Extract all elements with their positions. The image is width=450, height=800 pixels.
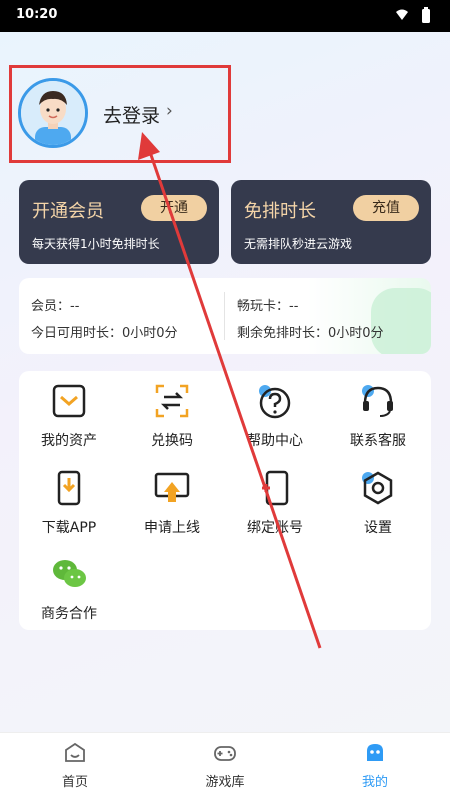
phone-download-icon xyxy=(57,470,81,506)
status-bar: 10:20 xyxy=(0,0,450,32)
menu-label-download: 下载APP xyxy=(41,520,97,536)
nav-label-home: 首页 xyxy=(61,775,88,790)
vip-card[interactable]: 开通会员 开通 每天获得1小时免排时长 xyxy=(19,180,219,264)
menu-item-redeem[interactable]: 兑换码 xyxy=(122,375,222,455)
play-card-status: 畅玩卡：-- xyxy=(237,299,299,314)
vip-card-title: 开通会员 xyxy=(32,201,104,222)
home-icon xyxy=(65,742,85,762)
status-time: 10:20 xyxy=(16,7,58,22)
menu-item-bind-account[interactable]: 绑定账号 xyxy=(225,462,325,542)
menu-label-bind-account: 绑定账号 xyxy=(247,520,303,536)
help-icon xyxy=(259,385,291,419)
menu-item-assets[interactable]: 我的资产 xyxy=(19,375,119,455)
nav-label-game-library: 游戏库 xyxy=(205,775,245,790)
menu-label-help: 帮助中心 xyxy=(247,433,303,449)
member-info-panel: 会员：-- 今日可用时长：0小时0分 畅玩卡：-- 剩余免排时长：0小时0分 xyxy=(19,278,431,354)
menu-label-assets: 我的资产 xyxy=(41,433,97,449)
scan-exchange-icon xyxy=(155,384,189,418)
menu-label-apply-online: 申请上线 xyxy=(144,520,200,536)
info-divider xyxy=(224,292,225,340)
mascot-decoration xyxy=(371,288,431,354)
nav-mine[interactable]: 我的 xyxy=(300,733,450,800)
status-icons xyxy=(396,7,430,23)
nav-game-library[interactable]: 游戏库 xyxy=(150,733,300,800)
menu-item-apply-online[interactable]: 申请上线 xyxy=(122,462,222,542)
member-status: 会员：-- xyxy=(31,299,80,314)
menu-item-business[interactable]: 商务合作 xyxy=(19,548,119,628)
profile-mascot-icon xyxy=(367,744,383,761)
wechat-icon xyxy=(53,560,86,587)
skip-queue-card-desc: 无需排队秒进云游戏 xyxy=(244,237,353,251)
open-vip-button[interactable]: 开通 xyxy=(141,195,207,221)
skip-queue-card-title: 免排时长 xyxy=(244,201,316,222)
menu-item-help[interactable]: 帮助中心 xyxy=(225,375,325,455)
upload-screen-icon xyxy=(154,472,190,502)
wallet-icon xyxy=(52,384,86,418)
menu-panel: 我的资产 兑换码 帮助中心 联系客服 下载APP 申请上线 绑定账号 设置 商务… xyxy=(19,371,431,630)
menu-item-settings[interactable]: 设置 xyxy=(328,462,428,542)
bottom-nav: 首页 游戏库 我的 xyxy=(0,732,450,800)
menu-label-business: 商务合作 xyxy=(41,606,97,622)
menu-item-download[interactable]: 下载APP xyxy=(19,462,119,542)
nav-home[interactable]: 首页 xyxy=(0,733,150,800)
link-phone-icon xyxy=(262,470,289,506)
settings-icon xyxy=(362,471,393,505)
battery-icon xyxy=(422,9,430,23)
gamepad-icon xyxy=(214,746,236,761)
menu-label-settings: 设置 xyxy=(364,520,392,536)
today-time: 今日可用时长：0小时0分 xyxy=(31,326,178,341)
menu-label-redeem: 兑换码 xyxy=(151,433,193,449)
headset-icon xyxy=(362,385,393,417)
annotation-highlight-box xyxy=(9,65,231,163)
nav-label-mine: 我的 xyxy=(361,775,388,790)
recharge-button[interactable]: 充值 xyxy=(353,195,419,221)
skip-queue-card[interactable]: 免排时长 充值 无需排队秒进云游戏 xyxy=(231,180,431,264)
menu-label-support: 联系客服 xyxy=(350,433,406,449)
menu-item-support[interactable]: 联系客服 xyxy=(328,375,428,455)
remaining-time: 剩余免排时长：0小时0分 xyxy=(237,326,384,341)
vip-card-desc: 每天获得1小时免排时长 xyxy=(32,237,160,251)
wifi-icon xyxy=(396,9,408,20)
